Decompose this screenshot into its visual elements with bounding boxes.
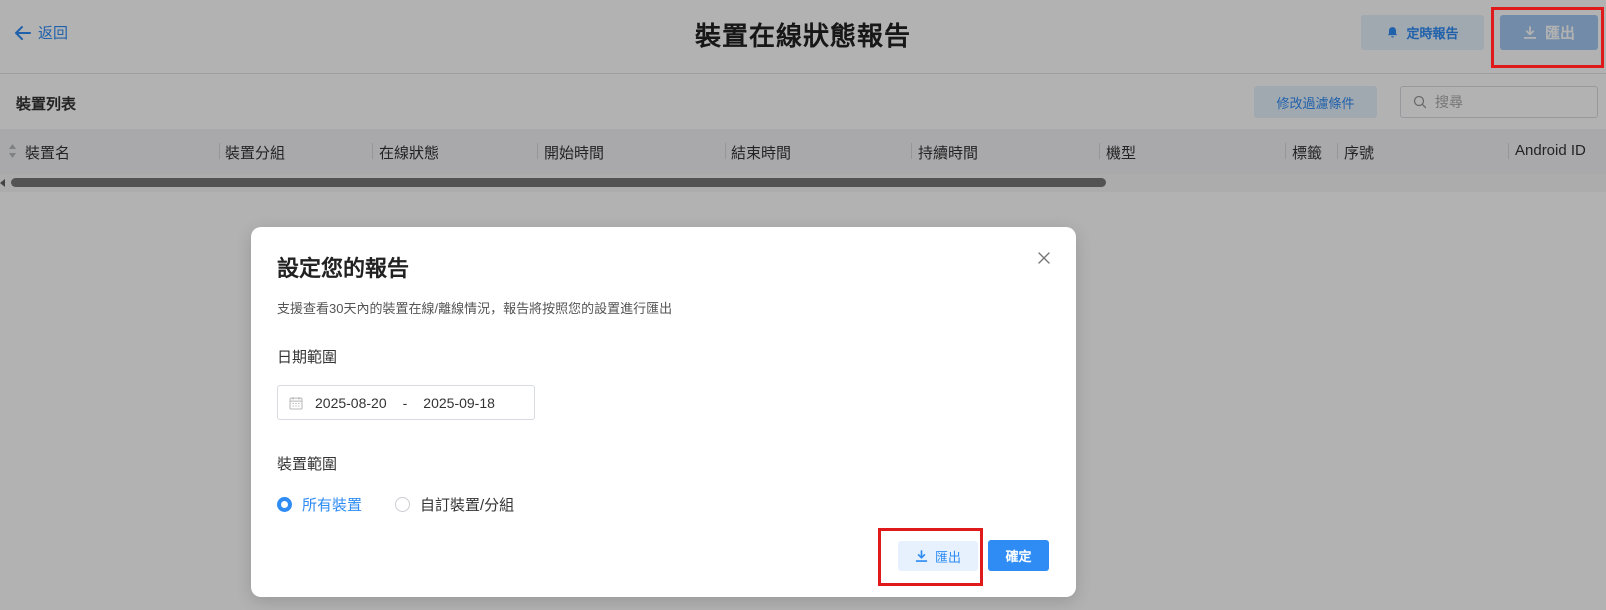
report-settings-dialog: 設定您的報告 支援查看30天內的裝置在線/離線情況，報告將按照您的設置進行匯出 … [251,227,1076,597]
radio-all-devices[interactable]: 所有裝置 [277,494,362,515]
report-page: 返回 裝置在線狀態報告 定時報告 匯出 裝置列表 修改過濾條件 裝置名 裝置分組… [0,0,1606,610]
date-separator: - [402,394,408,411]
calendar-icon [289,396,303,410]
radio-custom-devices-label: 自訂裝置/分組 [420,497,515,514]
date-range-label: 日期範圍 [277,349,338,366]
date-start[interactable]: 2025-08-20 [315,395,387,411]
device-scope-radio-group: 所有裝置 自訂裝置/分組 [277,494,514,515]
download-icon [915,549,928,562]
date-end[interactable]: 2025-09-18 [423,395,495,411]
export-label-modal: 匯出 [934,549,961,565]
date-range-picker[interactable]: 2025-08-20 - 2025-09-18 [277,385,535,420]
radio-custom-devices[interactable]: 自訂裝置/分組 [395,494,514,515]
dialog-description: 支援查看30天內的裝置在線/離線情況，報告將按照您的設置進行匯出 [277,301,673,316]
radio-unchecked-icon [395,497,411,512]
device-scope-label: 裝置範圍 [277,456,338,473]
export-button-modal[interactable]: 匯出 [898,541,978,571]
dialog-title: 設定您的報告 [277,256,410,281]
radio-all-devices-label: 所有裝置 [302,497,363,514]
close-icon[interactable] [1036,250,1052,266]
radio-checked-icon [277,497,292,512]
confirm-button[interactable]: 確定 [988,540,1049,571]
